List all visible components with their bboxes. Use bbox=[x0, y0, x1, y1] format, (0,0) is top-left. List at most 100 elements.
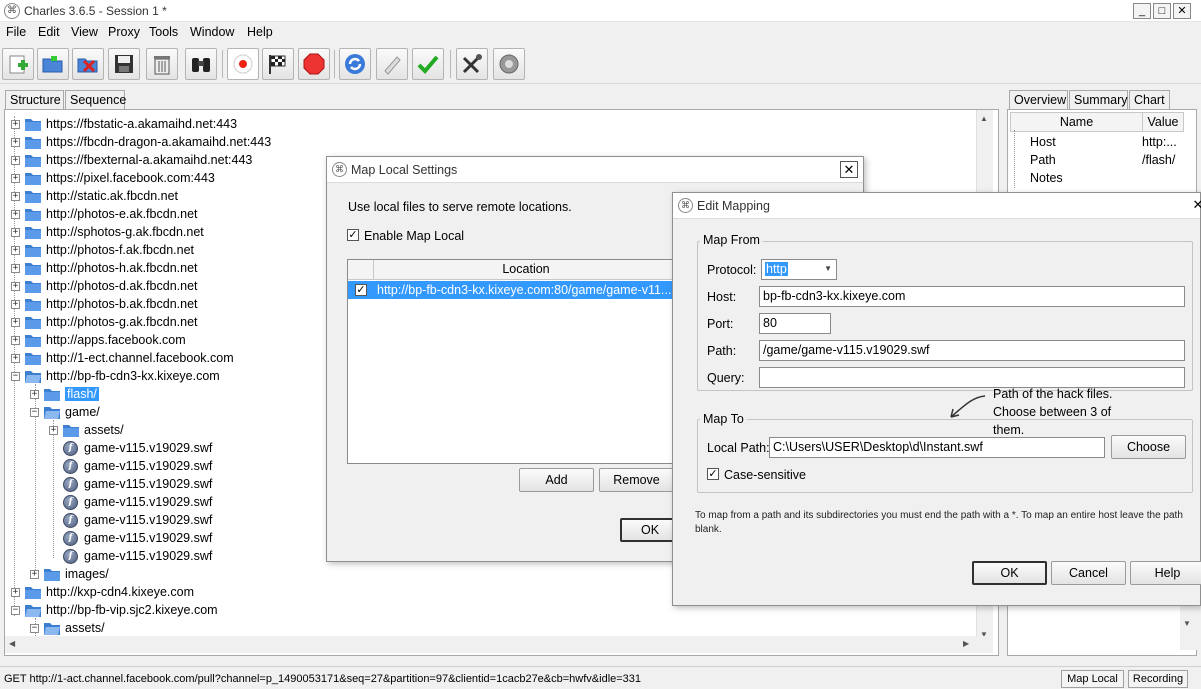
menu-tools[interactable]: Tools bbox=[149, 25, 178, 39]
recording-status-button[interactable]: Recording bbox=[1128, 670, 1188, 688]
expand-icon[interactable]: + bbox=[11, 587, 20, 597]
tree-row[interactable]: f game-v115.v19029.swf bbox=[63, 439, 212, 457]
new-session-button[interactable] bbox=[2, 48, 34, 80]
edit-mapping-help-button[interactable]: Help bbox=[1130, 561, 1201, 585]
tree-row[interactable]: + http://1-ect.channel.facebook.com bbox=[11, 349, 234, 367]
menu-help[interactable]: Help bbox=[247, 25, 273, 39]
tab-sequence[interactable]: Sequence bbox=[65, 90, 126, 110]
tree-row[interactable]: f game-v115.v19029.swf bbox=[63, 475, 212, 493]
expand-icon[interactable]: + bbox=[11, 263, 20, 273]
minimize-button[interactable]: _ bbox=[1133, 3, 1151, 19]
tree-row[interactable]: f game-v115.v19029.swf bbox=[63, 511, 212, 529]
repeat-button[interactable] bbox=[339, 48, 371, 80]
tab-summary[interactable]: Summary bbox=[1069, 90, 1128, 110]
tree-row[interactable]: f game-v115.v19029.swf bbox=[63, 547, 212, 565]
menu-proxy[interactable]: Proxy bbox=[108, 25, 140, 39]
expand-icon[interactable]: + bbox=[11, 191, 20, 201]
breakpoints-button[interactable] bbox=[298, 48, 330, 80]
menu-window[interactable]: Window bbox=[190, 25, 234, 39]
collapse-icon[interactable]: − bbox=[11, 371, 20, 381]
expand-icon[interactable]: + bbox=[11, 227, 20, 237]
collapse-icon[interactable]: − bbox=[11, 605, 20, 615]
tree-row[interactable]: + http://photos-e.ak.fbcdn.net bbox=[11, 205, 198, 223]
overview-value-header[interactable]: Value bbox=[1142, 112, 1184, 132]
expand-icon[interactable]: + bbox=[11, 137, 20, 147]
tree-row[interactable]: + https://fbstatic-a.akamaihd.net:443 bbox=[11, 115, 237, 133]
remove-button[interactable]: Remove bbox=[599, 468, 674, 492]
tree-row[interactable]: + images/ bbox=[30, 565, 109, 583]
scroll-up-icon[interactable]: ▲ bbox=[980, 114, 988, 123]
tree-horizontal-scrollbar[interactable]: ◀ ▶ bbox=[5, 636, 993, 653]
edit-mapping-ok-button[interactable]: OK bbox=[972, 561, 1047, 585]
close-window-button[interactable]: ✕ bbox=[1173, 3, 1191, 19]
expand-icon[interactable]: + bbox=[11, 173, 20, 183]
tree-row[interactable]: f game-v115.v19029.swf bbox=[63, 457, 212, 475]
tools-button[interactable] bbox=[456, 48, 488, 80]
throttling-button[interactable] bbox=[262, 48, 294, 80]
record-button[interactable] bbox=[227, 48, 259, 80]
tree-row[interactable]: + http://static.ak.fbcdn.net bbox=[11, 187, 178, 205]
tree-row[interactable]: + http://photos-b.ak.fbcdn.net bbox=[11, 295, 198, 313]
tree-row[interactable]: − game/ bbox=[30, 403, 100, 421]
expand-icon[interactable]: + bbox=[30, 569, 39, 579]
overview-row-path[interactable]: Path bbox=[1030, 153, 1056, 167]
expand-icon[interactable]: + bbox=[11, 281, 20, 291]
expand-icon[interactable]: + bbox=[30, 389, 39, 399]
save-session-button[interactable] bbox=[108, 48, 140, 80]
tab-structure[interactable]: Structure bbox=[5, 90, 64, 110]
edit-button[interactable] bbox=[376, 48, 408, 80]
path-field[interactable]: /game/game-v115.v19029.swf bbox=[759, 340, 1185, 361]
expand-icon[interactable]: + bbox=[49, 425, 58, 435]
tree-row[interactable]: + http://kxp-cdn4.kixeye.com bbox=[11, 583, 194, 601]
overview-row-notes[interactable]: Notes bbox=[1030, 171, 1063, 185]
protocol-select[interactable]: http ▼ bbox=[761, 259, 837, 280]
host-field[interactable]: bp-fb-cdn3-kx.kixeye.com bbox=[759, 286, 1185, 307]
scroll-left-icon[interactable]: ◀ bbox=[9, 639, 15, 648]
collapse-icon[interactable]: − bbox=[30, 407, 39, 417]
clear-session-button[interactable] bbox=[146, 48, 178, 80]
find-button[interactable] bbox=[185, 48, 217, 80]
collapse-icon[interactable]: − bbox=[30, 623, 39, 633]
map-local-status-button[interactable]: Map Local bbox=[1061, 670, 1124, 688]
scroll-right-icon[interactable]: ▶ bbox=[963, 639, 969, 648]
tree-row[interactable]: + http://apps.facebook.com bbox=[11, 331, 186, 349]
edit-mapping-cancel-button[interactable]: Cancel bbox=[1051, 561, 1126, 585]
location-enabled-checkbox[interactable]: ✓ bbox=[355, 284, 367, 296]
tree-row[interactable]: + http://photos-g.ak.fbcdn.net bbox=[11, 313, 198, 331]
scroll-down-icon[interactable]: ▼ bbox=[1183, 619, 1191, 628]
local-path-field[interactable]: C:\Users\USER\Desktop\d\Instant.swf bbox=[769, 437, 1105, 458]
expand-icon[interactable]: + bbox=[11, 155, 20, 165]
tree-row[interactable]: f game-v115.v19029.swf bbox=[63, 493, 212, 511]
expand-icon[interactable]: + bbox=[11, 317, 20, 327]
add-button[interactable]: Add bbox=[519, 468, 594, 492]
tree-row[interactable]: − http://bp-fb-vip.sjc2.kixeye.com bbox=[11, 601, 218, 619]
expand-icon[interactable]: + bbox=[11, 335, 20, 345]
tree-row[interactable]: + flash/ bbox=[30, 385, 99, 403]
tree-row[interactable]: + assets/ bbox=[49, 421, 124, 439]
menu-edit[interactable]: Edit bbox=[38, 25, 60, 39]
port-field[interactable]: 80 bbox=[759, 313, 831, 334]
tree-row[interactable]: + http://photos-h.ak.fbcdn.net bbox=[11, 259, 198, 277]
tree-row[interactable]: + http://photos-d.ak.fbcdn.net bbox=[11, 277, 198, 295]
close-session-button[interactable] bbox=[72, 48, 104, 80]
locations-header[interactable]: Location bbox=[374, 260, 678, 280]
tree-row[interactable]: + http://sphotos-g.ak.fbcdn.net bbox=[11, 223, 204, 241]
tree-row[interactable]: + https://pixel.facebook.com:443 bbox=[11, 169, 215, 187]
menu-view[interactable]: View bbox=[71, 25, 98, 39]
validate-button[interactable] bbox=[412, 48, 444, 80]
map-local-close-button[interactable]: ✕ bbox=[840, 161, 858, 178]
expand-icon[interactable]: + bbox=[11, 299, 20, 309]
tree-row[interactable]: f game-v115.v19029.swf bbox=[63, 529, 212, 547]
overview-name-header[interactable]: Name bbox=[1010, 112, 1143, 132]
expand-icon[interactable]: + bbox=[11, 119, 20, 129]
tab-chart[interactable]: Chart bbox=[1129, 90, 1170, 110]
expand-icon[interactable]: + bbox=[11, 245, 20, 255]
open-session-button[interactable] bbox=[37, 48, 69, 80]
overview-scrollbar[interactable]: ▼ bbox=[1180, 602, 1197, 650]
case-sensitive-checkbox[interactable]: ✓ bbox=[707, 468, 719, 480]
location-row[interactable]: ✓ http://bp-fb-cdn3-kx.kixeye.com:80/gam… bbox=[348, 281, 678, 299]
tree-row[interactable]: + http://photos-f.ak.fbcdn.net bbox=[11, 241, 194, 259]
tree-row[interactable]: + https://fbexternal-a.akamaihd.net:443 bbox=[11, 151, 252, 169]
expand-icon[interactable]: + bbox=[11, 209, 20, 219]
overview-row-host[interactable]: Host bbox=[1030, 135, 1056, 149]
